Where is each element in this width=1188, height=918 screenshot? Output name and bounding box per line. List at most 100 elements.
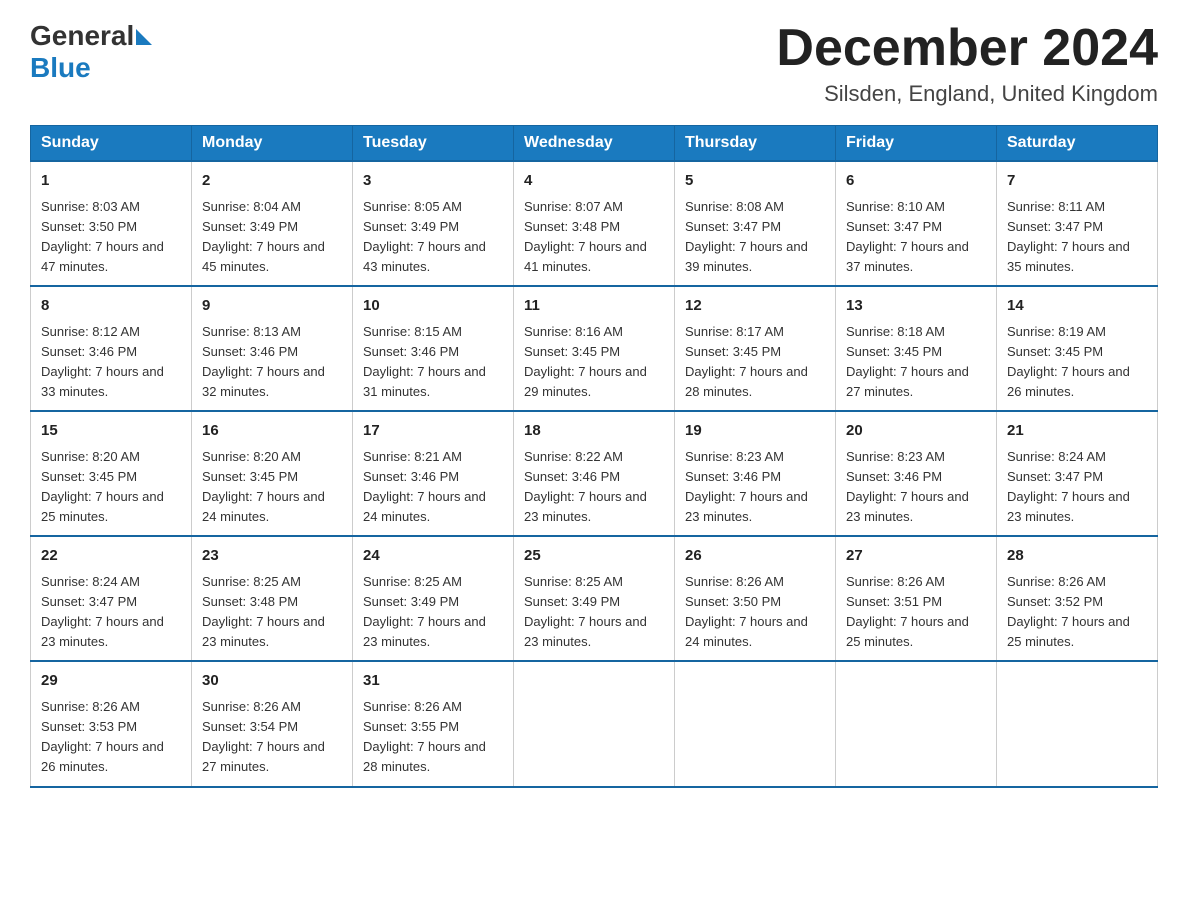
day-number: 12 — [685, 295, 825, 318]
col-friday: Friday — [836, 126, 997, 162]
calendar-week-row: 22 Sunrise: 8:24 AMSunset: 3:47 PMDaylig… — [31, 536, 1158, 661]
day-number: 2 — [202, 170, 342, 193]
calendar-cell: 31 Sunrise: 8:26 AMSunset: 3:55 PMDaylig… — [353, 661, 514, 786]
day-number: 31 — [363, 670, 503, 693]
calendar-header-row: Sunday Monday Tuesday Wednesday Thursday… — [31, 126, 1158, 162]
day-number: 18 — [524, 420, 664, 443]
day-info: Sunrise: 8:10 AMSunset: 3:47 PMDaylight:… — [846, 199, 969, 274]
calendar-subtitle: Silsden, England, United Kingdom — [776, 81, 1158, 107]
col-tuesday: Tuesday — [353, 126, 514, 162]
calendar-table: Sunday Monday Tuesday Wednesday Thursday… — [30, 125, 1158, 787]
calendar-cell: 16 Sunrise: 8:20 AMSunset: 3:45 PMDaylig… — [192, 411, 353, 536]
calendar-cell: 25 Sunrise: 8:25 AMSunset: 3:49 PMDaylig… — [514, 536, 675, 661]
day-number: 24 — [363, 545, 503, 568]
calendar-cell: 24 Sunrise: 8:25 AMSunset: 3:49 PMDaylig… — [353, 536, 514, 661]
day-number: 22 — [41, 545, 181, 568]
calendar-cell: 27 Sunrise: 8:26 AMSunset: 3:51 PMDaylig… — [836, 536, 997, 661]
calendar-cell — [836, 661, 997, 786]
calendar-cell: 28 Sunrise: 8:26 AMSunset: 3:52 PMDaylig… — [997, 536, 1158, 661]
calendar-cell: 26 Sunrise: 8:26 AMSunset: 3:50 PMDaylig… — [675, 536, 836, 661]
calendar-week-row: 8 Sunrise: 8:12 AMSunset: 3:46 PMDayligh… — [31, 286, 1158, 411]
col-sunday: Sunday — [31, 126, 192, 162]
day-info: Sunrise: 8:25 AMSunset: 3:48 PMDaylight:… — [202, 574, 325, 649]
calendar-cell: 29 Sunrise: 8:26 AMSunset: 3:53 PMDaylig… — [31, 661, 192, 786]
calendar-cell: 2 Sunrise: 8:04 AMSunset: 3:49 PMDayligh… — [192, 161, 353, 286]
day-info: Sunrise: 8:03 AMSunset: 3:50 PMDaylight:… — [41, 199, 164, 274]
day-info: Sunrise: 8:26 AMSunset: 3:55 PMDaylight:… — [363, 699, 486, 774]
day-info: Sunrise: 8:19 AMSunset: 3:45 PMDaylight:… — [1007, 324, 1130, 399]
calendar-cell: 3 Sunrise: 8:05 AMSunset: 3:49 PMDayligh… — [353, 161, 514, 286]
logo: General Blue — [30, 20, 152, 84]
day-number: 11 — [524, 295, 664, 318]
day-info: Sunrise: 8:24 AMSunset: 3:47 PMDaylight:… — [41, 574, 164, 649]
day-info: Sunrise: 8:20 AMSunset: 3:45 PMDaylight:… — [202, 449, 325, 524]
day-number: 16 — [202, 420, 342, 443]
day-info: Sunrise: 8:20 AMSunset: 3:45 PMDaylight:… — [41, 449, 164, 524]
day-info: Sunrise: 8:18 AMSunset: 3:45 PMDaylight:… — [846, 324, 969, 399]
day-number: 8 — [41, 295, 181, 318]
day-number: 29 — [41, 670, 181, 693]
calendar-cell: 6 Sunrise: 8:10 AMSunset: 3:47 PMDayligh… — [836, 161, 997, 286]
day-info: Sunrise: 8:13 AMSunset: 3:46 PMDaylight:… — [202, 324, 325, 399]
calendar-title: December 2024 — [776, 20, 1158, 77]
day-number: 25 — [524, 545, 664, 568]
day-info: Sunrise: 8:12 AMSunset: 3:46 PMDaylight:… — [41, 324, 164, 399]
day-info: Sunrise: 8:22 AMSunset: 3:46 PMDaylight:… — [524, 449, 647, 524]
day-number: 10 — [363, 295, 503, 318]
day-info: Sunrise: 8:07 AMSunset: 3:48 PMDaylight:… — [524, 199, 647, 274]
day-number: 20 — [846, 420, 986, 443]
day-info: Sunrise: 8:25 AMSunset: 3:49 PMDaylight:… — [363, 574, 486, 649]
day-info: Sunrise: 8:17 AMSunset: 3:45 PMDaylight:… — [685, 324, 808, 399]
calendar-cell: 21 Sunrise: 8:24 AMSunset: 3:47 PMDaylig… — [997, 411, 1158, 536]
calendar-week-row: 15 Sunrise: 8:20 AMSunset: 3:45 PMDaylig… — [31, 411, 1158, 536]
col-thursday: Thursday — [675, 126, 836, 162]
calendar-cell — [514, 661, 675, 786]
logo-blue-text: Blue — [30, 52, 91, 84]
col-wednesday: Wednesday — [514, 126, 675, 162]
day-info: Sunrise: 8:25 AMSunset: 3:49 PMDaylight:… — [524, 574, 647, 649]
day-number: 4 — [524, 170, 664, 193]
calendar-cell: 7 Sunrise: 8:11 AMSunset: 3:47 PMDayligh… — [997, 161, 1158, 286]
day-info: Sunrise: 8:11 AMSunset: 3:47 PMDaylight:… — [1007, 199, 1130, 274]
day-info: Sunrise: 8:16 AMSunset: 3:45 PMDaylight:… — [524, 324, 647, 399]
calendar-week-row: 1 Sunrise: 8:03 AMSunset: 3:50 PMDayligh… — [31, 161, 1158, 286]
day-number: 6 — [846, 170, 986, 193]
calendar-cell — [675, 661, 836, 786]
day-info: Sunrise: 8:05 AMSunset: 3:49 PMDaylight:… — [363, 199, 486, 274]
calendar-cell: 9 Sunrise: 8:13 AMSunset: 3:46 PMDayligh… — [192, 286, 353, 411]
calendar-cell: 19 Sunrise: 8:23 AMSunset: 3:46 PMDaylig… — [675, 411, 836, 536]
calendar-cell: 14 Sunrise: 8:19 AMSunset: 3:45 PMDaylig… — [997, 286, 1158, 411]
day-number: 27 — [846, 545, 986, 568]
day-number: 7 — [1007, 170, 1147, 193]
day-number: 13 — [846, 295, 986, 318]
day-info: Sunrise: 8:26 AMSunset: 3:51 PMDaylight:… — [846, 574, 969, 649]
day-number: 26 — [685, 545, 825, 568]
day-info: Sunrise: 8:21 AMSunset: 3:46 PMDaylight:… — [363, 449, 486, 524]
calendar-cell: 20 Sunrise: 8:23 AMSunset: 3:46 PMDaylig… — [836, 411, 997, 536]
logo-general-text: General — [30, 20, 134, 52]
col-monday: Monday — [192, 126, 353, 162]
day-number: 3 — [363, 170, 503, 193]
calendar-cell: 13 Sunrise: 8:18 AMSunset: 3:45 PMDaylig… — [836, 286, 997, 411]
calendar-cell: 8 Sunrise: 8:12 AMSunset: 3:46 PMDayligh… — [31, 286, 192, 411]
calendar-cell: 12 Sunrise: 8:17 AMSunset: 3:45 PMDaylig… — [675, 286, 836, 411]
day-info: Sunrise: 8:24 AMSunset: 3:47 PMDaylight:… — [1007, 449, 1130, 524]
calendar-cell: 1 Sunrise: 8:03 AMSunset: 3:50 PMDayligh… — [31, 161, 192, 286]
calendar-cell: 22 Sunrise: 8:24 AMSunset: 3:47 PMDaylig… — [31, 536, 192, 661]
day-number: 30 — [202, 670, 342, 693]
day-info: Sunrise: 8:26 AMSunset: 3:50 PMDaylight:… — [685, 574, 808, 649]
day-number: 19 — [685, 420, 825, 443]
calendar-cell: 17 Sunrise: 8:21 AMSunset: 3:46 PMDaylig… — [353, 411, 514, 536]
calendar-cell: 11 Sunrise: 8:16 AMSunset: 3:45 PMDaylig… — [514, 286, 675, 411]
day-info: Sunrise: 8:26 AMSunset: 3:53 PMDaylight:… — [41, 699, 164, 774]
day-info: Sunrise: 8:23 AMSunset: 3:46 PMDaylight:… — [685, 449, 808, 524]
calendar-week-row: 29 Sunrise: 8:26 AMSunset: 3:53 PMDaylig… — [31, 661, 1158, 786]
logo-chevron-icon — [136, 29, 152, 45]
day-info: Sunrise: 8:23 AMSunset: 3:46 PMDaylight:… — [846, 449, 969, 524]
day-number: 9 — [202, 295, 342, 318]
day-number: 1 — [41, 170, 181, 193]
day-info: Sunrise: 8:08 AMSunset: 3:47 PMDaylight:… — [685, 199, 808, 274]
day-number: 23 — [202, 545, 342, 568]
calendar-cell: 30 Sunrise: 8:26 AMSunset: 3:54 PMDaylig… — [192, 661, 353, 786]
day-number: 15 — [41, 420, 181, 443]
